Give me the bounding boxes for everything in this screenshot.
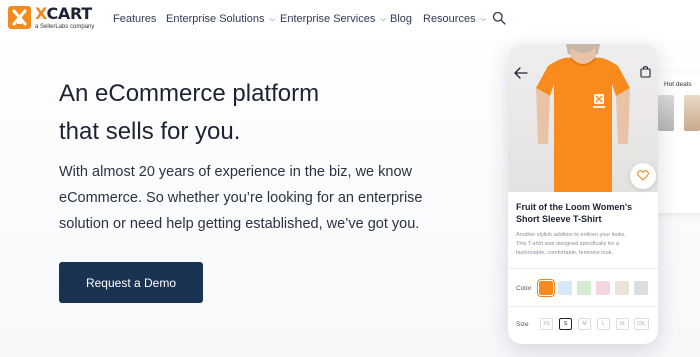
product-description-line: This T-shirt was designed specifically f… bbox=[516, 241, 619, 247]
hero-description: With almost 20 years of experience in th… bbox=[59, 159, 479, 237]
hot-deals-label: Hot deals bbox=[664, 81, 692, 88]
logo-wordmark: XCART bbox=[35, 4, 92, 23]
nav-item-blog[interactable]: Blog bbox=[390, 13, 412, 25]
back-arrow-icon[interactable] bbox=[514, 66, 528, 84]
nav-item-label: Enterprise Services bbox=[280, 13, 376, 25]
color-swatch-grey[interactable] bbox=[634, 281, 648, 295]
product-description: Another stylish addition to enliven your… bbox=[516, 231, 651, 258]
product-thumbnail[interactable] bbox=[658, 95, 674, 131]
hero-title-line: that sells for you. bbox=[59, 118, 241, 145]
hero-title: An eCommerce platform that sells for you… bbox=[59, 75, 399, 151]
nav-item-resources[interactable]: Resources ⌵ bbox=[423, 13, 486, 25]
carousel-dot[interactable] bbox=[590, 193, 593, 196]
size-option-2xl[interactable]: 2XL bbox=[634, 318, 649, 330]
search-icon bbox=[492, 11, 506, 25]
color-swatch-light-green[interactable] bbox=[577, 281, 591, 295]
nav-item-features[interactable]: Features bbox=[113, 13, 156, 25]
chevron-down-icon: ⌵ bbox=[269, 16, 275, 23]
hero-description-line: With almost 20 years of experience in th… bbox=[59, 164, 412, 180]
carousel-dot[interactable] bbox=[585, 193, 588, 196]
xcart-logo-mark bbox=[8, 6, 31, 29]
carousel-dot-active[interactable] bbox=[580, 193, 583, 196]
favorite-button[interactable] bbox=[630, 163, 656, 189]
product-description-line: fashionable, comfortable, feminine look. bbox=[516, 250, 613, 256]
hero-title-line: An eCommerce platform bbox=[59, 80, 320, 107]
color-label: Color bbox=[516, 285, 532, 292]
size-option-xs[interactable]: XS bbox=[540, 318, 553, 330]
product-thumbnail[interactable] bbox=[684, 95, 700, 131]
nav-item-label: Features bbox=[113, 13, 157, 25]
size-option-l[interactable]: L bbox=[597, 318, 610, 330]
phone-mockup: Fruit of the Loom Women's Short Sleeve T… bbox=[508, 44, 658, 344]
request-demo-button[interactable]: Request a Demo bbox=[59, 262, 203, 303]
size-label: Size bbox=[516, 321, 529, 328]
size-option-s[interactable]: S bbox=[559, 318, 572, 330]
hero-description-line: eCommerce. So whether you’re looking for… bbox=[59, 190, 423, 206]
chevron-down-icon: ⌵ bbox=[380, 16, 386, 23]
product-description-line: Another stylish addition to enliven your… bbox=[516, 232, 627, 238]
product-title-line: Fruit of the Loom Women's bbox=[516, 202, 632, 212]
heart-icon bbox=[637, 170, 649, 181]
color-swatch-pink[interactable] bbox=[596, 281, 610, 295]
search-button[interactable] bbox=[492, 11, 508, 27]
size-option-xl[interactable]: XL bbox=[616, 318, 629, 330]
color-swatch-beige[interactable] bbox=[615, 281, 629, 295]
nav-item-label: Enterprise Solutions bbox=[166, 13, 265, 25]
nav-item-label: Resources bbox=[423, 13, 476, 25]
carousel-dot[interactable] bbox=[575, 193, 578, 196]
carousel-indicators[interactable] bbox=[575, 183, 595, 201]
product-title: Fruit of the Loom Women's Short Sleeve T… bbox=[516, 201, 651, 225]
size-option-m[interactable]: M bbox=[578, 318, 591, 330]
divider bbox=[508, 268, 658, 269]
product-title-line: Short Sleeve T-Shirt bbox=[516, 214, 602, 224]
color-swatch-orange[interactable] bbox=[539, 281, 553, 295]
divider bbox=[508, 306, 658, 307]
nav-item-enterprise-services[interactable]: Enterprise Services ⌵ bbox=[280, 13, 386, 25]
xcart-logo[interactable]: XCART a SellerLabs company bbox=[8, 4, 112, 35]
color-swatch-light-blue[interactable] bbox=[558, 281, 572, 295]
shopping-bag-icon[interactable] bbox=[640, 65, 651, 83]
site-header: XCART a SellerLabs company Features Ente… bbox=[0, 0, 700, 40]
nav-item-label: Blog bbox=[390, 13, 413, 25]
logo-tagline: a SellerLabs company bbox=[35, 24, 95, 30]
chevron-down-icon: ⌵ bbox=[480, 16, 486, 23]
hero-description-line: solution or need help getting establishe… bbox=[59, 216, 420, 232]
nav-item-enterprise-solutions[interactable]: Enterprise Solutions ⌵ bbox=[166, 13, 275, 25]
